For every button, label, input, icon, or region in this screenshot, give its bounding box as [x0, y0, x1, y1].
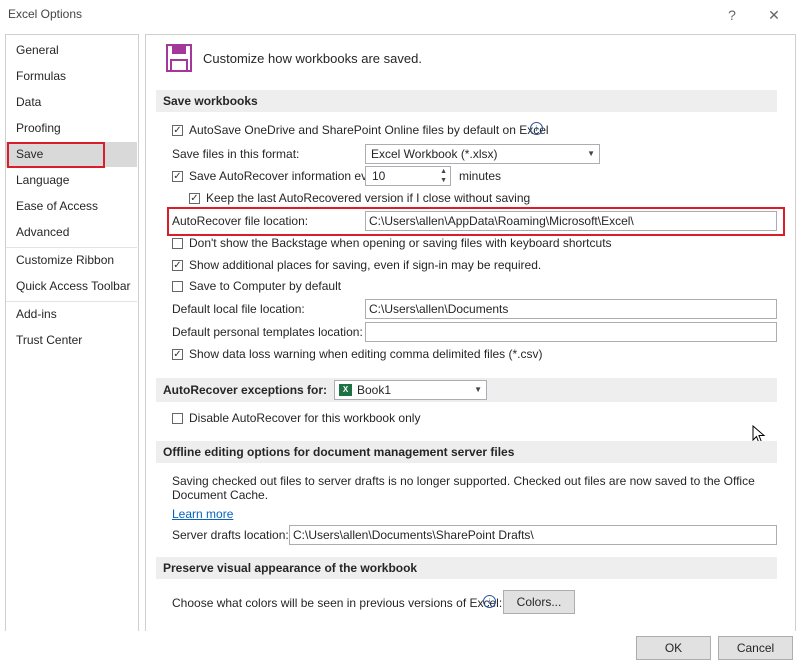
- sidebar-item-formulas[interactable]: Formulas: [6, 64, 137, 89]
- save-computer-label: Save to Computer by default: [189, 279, 342, 293]
- sidebar-item-proofing[interactable]: Proofing: [6, 116, 137, 141]
- backstage-label: Don't show the Backstage when opening or…: [189, 236, 612, 250]
- workbook-select[interactable]: X Book1 ▼: [334, 380, 487, 400]
- sidebar-item-trust-center[interactable]: Trust Center: [6, 328, 137, 353]
- sidebar-item-general[interactable]: General: [6, 38, 137, 63]
- keep-last-label: Keep the last AutoRecovered version if I…: [206, 191, 531, 205]
- default-local-label: Default local file location:: [172, 302, 305, 316]
- title-bar: Excel Options ? ✕: [0, 0, 798, 30]
- workbook-value: Book1: [357, 383, 392, 397]
- autorecover-minutes-stepper[interactable]: 10 ▲ ▼: [365, 166, 451, 186]
- sidebar-item-advanced[interactable]: Advanced: [6, 220, 137, 245]
- sidebar-item-quick-access-toolbar[interactable]: Quick Access Toolbar: [6, 274, 137, 299]
- info-icon[interactable]: i: [530, 122, 543, 135]
- data-loss-label: Show data loss warning when editing comm…: [189, 347, 543, 361]
- section-save-workbooks: Save workbooks: [156, 90, 777, 112]
- window-title: Excel Options: [8, 7, 83, 21]
- info-icon[interactable]: i: [483, 595, 496, 608]
- colors-button[interactable]: Colors...: [503, 590, 575, 614]
- sidebar-item-data[interactable]: Data: [6, 90, 137, 115]
- format-select[interactable]: Excel Workbook (*.xlsx) ▼: [365, 144, 600, 164]
- keep-last-checkbox[interactable]: ✓: [189, 193, 200, 204]
- sidebar-item-language[interactable]: Language: [6, 168, 137, 193]
- data-loss-checkbox[interactable]: ✓: [172, 349, 183, 360]
- backstage-checkbox[interactable]: [172, 238, 183, 249]
- minutes-value: 10: [372, 169, 386, 183]
- disable-autorecover-label: Disable AutoRecover for this workbook on…: [189, 411, 421, 425]
- save-icon: [166, 44, 192, 72]
- cancel-button[interactable]: Cancel: [718, 636, 793, 660]
- autosave-checkbox[interactable]: ✓: [172, 125, 183, 136]
- learn-more-link[interactable]: Learn more: [172, 507, 233, 521]
- autosave-label: AutoSave OneDrive and SharePoint Online …: [189, 123, 549, 137]
- default-local-input[interactable]: C:\Users\allen\Documents: [365, 299, 777, 319]
- server-drafts-input[interactable]: C:\Users\allen\Documents\SharePoint Draf…: [289, 525, 777, 545]
- additional-places-checkbox[interactable]: ✓: [172, 260, 183, 271]
- page-header: Customize how workbooks are saved.: [203, 51, 422, 66]
- autorecover-location-label: AutoRecover file location:: [172, 214, 309, 228]
- sidebar-item-customize-ribbon[interactable]: Customize Ribbon: [6, 248, 137, 273]
- save-computer-checkbox[interactable]: [172, 281, 183, 292]
- disable-autorecover-checkbox[interactable]: [172, 413, 183, 424]
- close-button[interactable]: ✕: [762, 5, 786, 25]
- chevron-down-icon: ▼: [587, 149, 595, 158]
- personal-templates-input[interactable]: [365, 322, 777, 342]
- spin-up-icon[interactable]: ▲: [440, 167, 447, 176]
- sidebar-item-ease-of-access[interactable]: Ease of Access: [6, 194, 137, 219]
- minutes-label: minutes: [459, 169, 502, 183]
- additional-places-label: Show additional places for saving, even …: [189, 258, 542, 272]
- autorecover-location-input[interactable]: C:\Users\allen\AppData\Roaming\Microsoft…: [365, 211, 777, 231]
- help-button[interactable]: ?: [720, 5, 744, 25]
- server-drafts-label: Server drafts location:: [172, 528, 289, 542]
- save-highlight-box: [7, 142, 105, 168]
- chevron-down-icon: ▼: [474, 385, 482, 394]
- close-icon: ✕: [768, 7, 780, 23]
- offline-text-line2: Document Cache.: [172, 488, 269, 502]
- colors-label: Choose what colors will be seen in previ…: [172, 596, 503, 610]
- personal-templates-label: Default personal templates location:: [172, 325, 363, 339]
- autorecover-checkbox[interactable]: ✓: [172, 171, 183, 182]
- section-offline-editing: Offline editing options for document man…: [156, 441, 777, 463]
- ok-button[interactable]: OK: [636, 636, 711, 660]
- section-preserve-appearance: Preserve visual appearance of the workbo…: [156, 557, 777, 579]
- excel-icon: X: [339, 384, 352, 396]
- sidebar-item-add-ins[interactable]: Add-ins: [6, 302, 137, 327]
- format-value: Excel Workbook (*.xlsx): [371, 147, 498, 161]
- spin-down-icon[interactable]: ▼: [440, 176, 447, 185]
- exceptions-heading: AutoRecover exceptions for:: [163, 383, 328, 397]
- autorecover-label: Save AutoRecover information every: [189, 169, 384, 183]
- offline-text-line1: Saving checked out files to server draft…: [172, 474, 755, 488]
- format-label: Save files in this format:: [172, 147, 300, 161]
